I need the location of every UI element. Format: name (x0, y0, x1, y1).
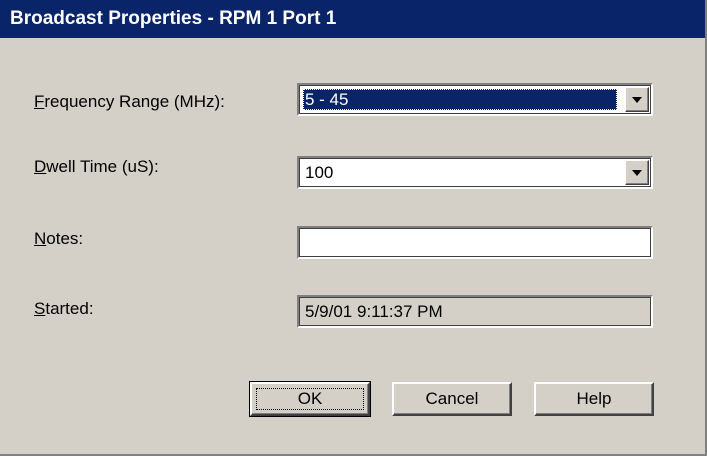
chevron-down-icon (632, 97, 642, 103)
dialog-title: Broadcast Properties - RPM 1 Port 1 (0, 0, 705, 38)
frequency-range-dropdown[interactable]: 5 - 45 (297, 83, 653, 116)
started-field: 5/9/01 9:11:37 PM (297, 295, 653, 328)
frequency-range-value: 5 - 45 (303, 89, 617, 110)
broadcast-properties-dialog: Broadcast Properties - RPM 1 Port 1 Freq… (0, 0, 707, 456)
focus-rect (256, 388, 364, 410)
frequency-range-dropdown-button[interactable] (625, 87, 649, 112)
started-label: Started: (34, 299, 94, 318)
notes-input[interactable] (297, 226, 653, 259)
ok-button[interactable]: OK (249, 381, 371, 417)
frequency-range-label: Frequency Range (MHz): (34, 92, 225, 111)
started-value: 5/9/01 9:11:37 PM (305, 302, 443, 321)
dwell-time-dropdown-button[interactable] (625, 160, 649, 185)
dwell-time-value: 100 (305, 163, 334, 182)
cancel-button[interactable]: Cancel (392, 382, 512, 416)
chevron-down-icon (632, 170, 642, 176)
notes-label: Notes: (34, 229, 84, 248)
dwell-time-label: Dwell Time (uS): (34, 157, 159, 176)
notes-value (303, 232, 307, 253)
dwell-time-dropdown[interactable]: 100 (297, 156, 653, 189)
help-button[interactable]: Help (534, 382, 654, 416)
